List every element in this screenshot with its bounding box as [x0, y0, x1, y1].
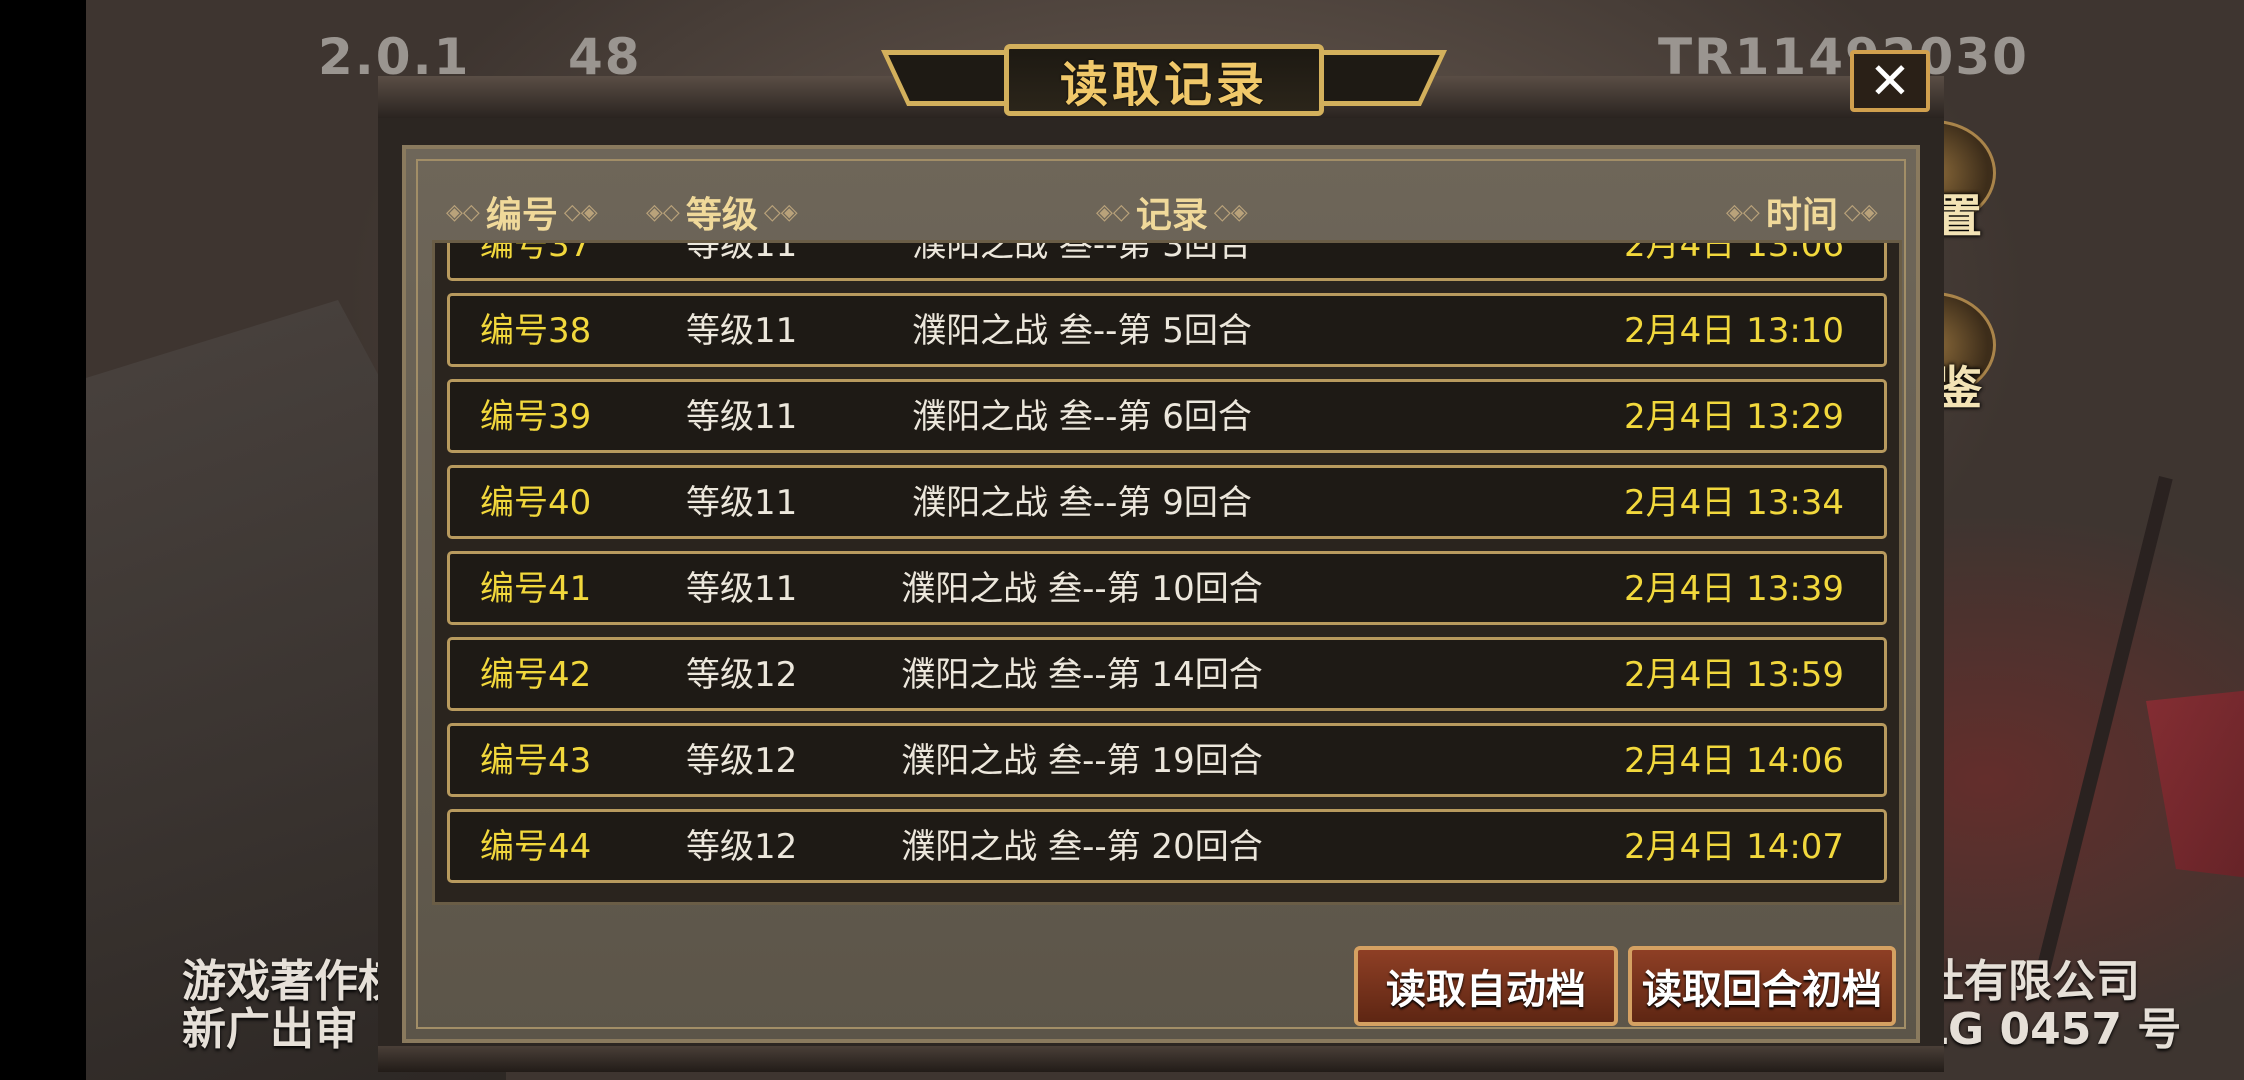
record-level: 等级11: [686, 240, 798, 265]
copyright-line-2: 新广出审: [182, 1004, 358, 1055]
record-level: 等级11: [686, 569, 798, 609]
ornament-icon: ◇◈: [1213, 199, 1248, 225]
background-flag: [2146, 680, 2244, 890]
save-record-row[interactable]: 编号41 等级11 濮阳之战 叁--第 10回合 2月4日 13:39: [447, 551, 1887, 625]
record-time: 2月4日 13:34: [1624, 483, 1845, 523]
header-record: ◈◇ 记录 ◇◈: [1090, 186, 1254, 238]
record-time: 2月4日 13:29: [1624, 397, 1845, 437]
save-record-row[interactable]: 编号38 等级11 濮阳之战 叁--第 5回合 2月4日 13:10: [447, 293, 1887, 367]
save-record-row[interactable]: 编号39 等级11 濮阳之战 叁--第 6回合 2月4日 13:29: [447, 379, 1887, 453]
ornament-icon: ◈◇: [1726, 199, 1760, 225]
save-record-row[interactable]: 编号40 等级11 濮阳之战 叁--第 9回合 2月4日 13:34: [447, 465, 1887, 539]
save-record-row[interactable]: 编号43 等级12 濮阳之战 叁--第 19回合 2月4日 14:06: [447, 723, 1887, 797]
record-description: 濮阳之战 叁--第 5回合: [912, 311, 1252, 351]
record-description: 濮阳之战 叁--第 9回合: [912, 483, 1252, 523]
dialog-title: 读取记录: [1059, 57, 1268, 113]
ornament-icon: ◈◇: [446, 199, 480, 225]
ornament-icon: ◇◈: [763, 199, 798, 225]
record-time: 2月4日 13:06: [1624, 240, 1845, 265]
record-id: 编号42: [480, 655, 592, 695]
record-description: 濮阳之战 叁--第 3回合: [912, 240, 1252, 265]
record-description: 濮阳之战 叁--第 20回合: [901, 827, 1263, 867]
record-level: 等级11: [686, 483, 798, 523]
load-round-start-button[interactable]: 读取回合初档: [1628, 946, 1896, 1026]
save-record-row[interactable]: 编号42 等级12 濮阳之战 叁--第 14回合 2月4日 13:59: [447, 637, 1887, 711]
record-description: 濮阳之战 叁--第 6回合: [912, 397, 1252, 437]
load-auto-save-button[interactable]: 读取自动档: [1354, 946, 1618, 1026]
record-time: 2月4日 14:06: [1624, 741, 1845, 781]
save-record-row[interactable]: 编号44 等级12 濮阳之战 叁--第 20回合 2月4日 14:07: [447, 809, 1887, 883]
ornament-icon: ◈◇: [1096, 199, 1130, 225]
save-record-list[interactable]: 编号37 等级11 濮阳之战 叁--第 3回合 2月4日 13:06 编号38 …: [432, 240, 1902, 905]
header-record-label: 记录: [1135, 195, 1208, 236]
record-description: 濮阳之战 叁--第 10回合: [901, 569, 1263, 609]
header-id-label: 编号: [485, 195, 558, 236]
header-level: ◈◇ 等级 ◇◈: [640, 186, 804, 238]
record-id: 编号38: [480, 311, 592, 351]
record-id: 编号39: [480, 397, 592, 437]
ornament-icon: ◇◈: [1843, 199, 1878, 225]
header-time-label: 时间: [1765, 195, 1838, 236]
close-icon: ✕: [1869, 52, 1911, 110]
record-level: 等级12: [686, 827, 798, 867]
record-level: 等级11: [686, 311, 798, 351]
record-id: 编号43: [480, 741, 592, 781]
header-time: ◈◇ 时间 ◇◈: [1720, 186, 1884, 238]
record-time: 2月4日 14:07: [1624, 827, 1845, 867]
record-id: 编号41: [480, 569, 592, 609]
dialog-title-plate: 读取记录: [880, 44, 1448, 116]
publisher-line-2: LG 0457 号: [1920, 1004, 2182, 1055]
header-id: ◈◇ 编号 ◇◈: [440, 186, 604, 238]
title-center: 读取记录: [1004, 44, 1324, 116]
record-time: 2月4日 13:10: [1624, 311, 1845, 351]
record-level: 等级12: [686, 741, 798, 781]
ornament-icon: ◈◇: [646, 199, 680, 225]
record-time: 2月4日 13:39: [1624, 569, 1845, 609]
record-time: 2月4日 13:59: [1624, 655, 1845, 695]
dialog-bottom-bar: [378, 1046, 1944, 1072]
record-id: 编号37: [480, 240, 592, 265]
record-level: 等级11: [686, 397, 798, 437]
record-description: 濮阳之战 叁--第 19回合: [901, 741, 1263, 781]
ornament-icon: ◇◈: [563, 199, 598, 225]
record-id: 编号40: [480, 483, 592, 523]
record-description: 濮阳之战 叁--第 14回合: [901, 655, 1263, 695]
header-level-label: 等级: [685, 195, 758, 236]
close-button[interactable]: ✕: [1850, 50, 1930, 112]
record-level: 等级12: [686, 655, 798, 695]
save-record-row[interactable]: 编号37 等级11 濮阳之战 叁--第 3回合 2月4日 13:06: [447, 240, 1887, 281]
record-id: 编号44: [480, 827, 592, 867]
